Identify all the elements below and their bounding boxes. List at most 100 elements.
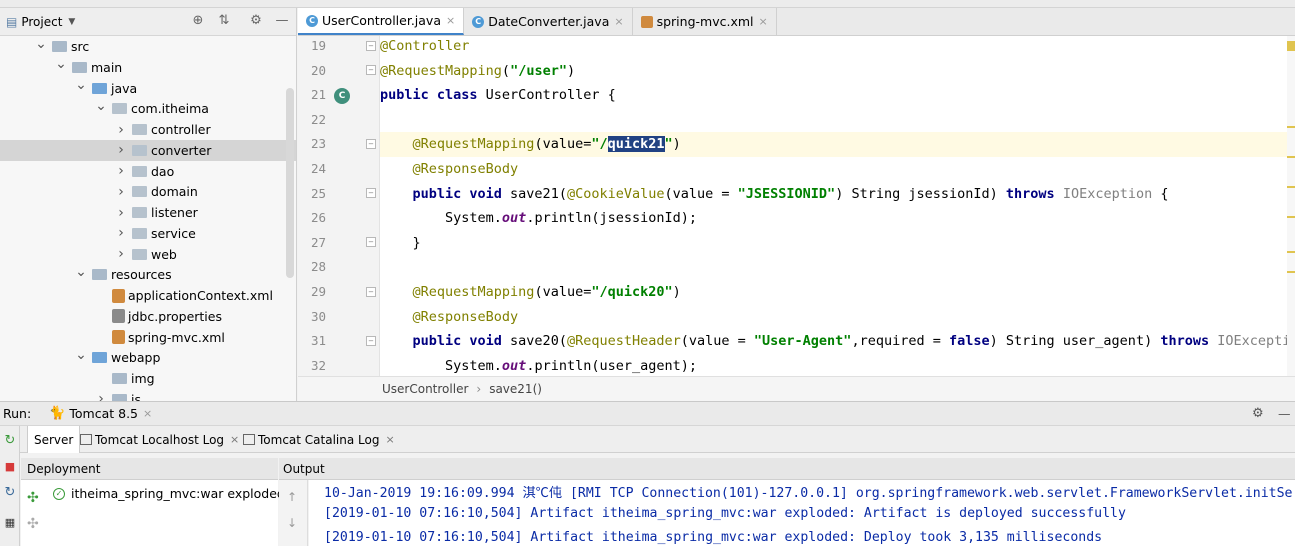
chevron-down-icon[interactable]: ⌄ [74,264,88,280]
code-line[interactable]: public class UserController { [380,83,1295,108]
fold-icon[interactable]: − [366,41,376,51]
locate-icon[interactable]: ⊕ [190,13,206,29]
chevron-right-icon[interactable]: › [114,184,128,200]
code-line[interactable]: public void save21(@CookieValue(value = … [380,182,1295,207]
tree-item[interactable]: jdbc.properties [0,306,296,327]
chevron-down-icon[interactable]: ⌄ [94,98,108,114]
warning-marker[interactable] [1287,186,1295,188]
update-icon[interactable]: ↻ [2,485,18,501]
code-line[interactable]: @RequestMapping(value="/quick21") [380,132,1295,157]
deploy-icon[interactable]: ✣ [27,490,39,506]
tree-item[interactable]: › domain [0,181,296,202]
project-header[interactable]: ▤ Project ▼ ⊕ ⇅ ⚙ — [0,8,296,36]
warning-marker[interactable] [1287,271,1295,273]
folder-icon [112,393,127,401]
code-line[interactable] [380,108,1295,133]
fold-icon[interactable]: − [366,139,376,149]
tree-item[interactable]: ⌄ webapp [0,347,296,368]
output-console[interactable]: 10-Jan-2019 19:16:09.994 淇℃伅 [RMI TCP Co… [309,480,1295,546]
chevron-right-icon[interactable]: › [114,142,128,158]
fold-icon[interactable]: − [366,287,376,297]
minimize-icon[interactable]: — [274,13,290,29]
tree-item[interactable]: › listener [0,202,296,223]
close-icon[interactable]: × [446,14,455,27]
fold-icon[interactable]: − [366,65,376,75]
chevron-right-icon[interactable]: › [94,391,108,401]
deployment-item[interactable]: ✓ itheima_spring_mvc:war exploded [53,486,285,501]
tree-item[interactable]: ⌄ resources [0,264,296,285]
tree-item[interactable]: › js [0,389,296,401]
chevron-right-icon[interactable]: › [114,163,128,179]
code-line[interactable]: @Controller [380,36,1295,59]
project-panel: ▤ Project ▼ ⊕ ⇅ ⚙ — ⌄ src ⌄ main ⌄ java ⌄ com.i… [0,8,297,401]
code-line[interactable]: System.out.println(user_agent); [380,354,1295,376]
rerun-icon[interactable]: ↻ [2,433,18,449]
code-line[interactable]: public void save20(@RequestHeader(value … [380,329,1295,354]
tree-item[interactable]: spring-mvc.xml [0,327,296,348]
stop-icon[interactable]: ■ [2,459,18,475]
fold-icon[interactable]: − [366,188,376,198]
code-line[interactable]: System.out.println(jsessionId); [380,206,1295,231]
fold-icon[interactable]: − [366,237,376,247]
tab-spring-mvc-xml[interactable]: spring-mvc.xml × [633,8,777,35]
tree-item[interactable]: › converter [0,139,296,161]
chevron-down-icon[interactable]: ⌄ [34,36,48,52]
collapse-icon[interactable]: ⇅ [216,13,232,29]
warning-marker[interactable] [1287,126,1295,128]
tab-usercontroller[interactable]: C UserController.java × [298,8,465,35]
tree-item[interactable]: › web [0,244,296,265]
tab-dateconverter[interactable]: C DateConverter.java × [464,8,633,35]
tree-item[interactable]: › service [0,223,296,244]
tree-item[interactable]: ⌄ java [0,77,296,99]
warning-marker[interactable] [1287,251,1295,253]
line-number: 19 [310,38,326,53]
close-icon[interactable]: × [143,407,152,420]
tree-item[interactable]: img [0,368,296,389]
tree-item[interactable]: › controller [0,119,296,140]
tree-item[interactable]: applicationContext.xml [0,285,296,306]
close-icon[interactable]: × [614,15,623,28]
tab-server[interactable]: Server [27,426,81,453]
code-line[interactable] [380,255,1295,280]
close-icon[interactable]: × [385,433,394,446]
gear-icon[interactable]: ⚙ [248,13,264,29]
run-config-tab[interactable]: 🐈 Tomcat 8.5 × [49,406,152,421]
close-icon[interactable]: × [759,15,768,28]
warning-marker[interactable] [1287,156,1295,158]
project-scrollbar[interactable] [286,88,294,278]
code-line[interactable]: } [380,231,1295,256]
chevron-right-icon[interactable]: › [114,122,128,138]
spring-bean-icon[interactable]: C [334,88,350,104]
gear-icon[interactable]: ⚙ [1252,406,1264,421]
code-line[interactable]: @RequestMapping(value="/quick20") [380,280,1295,305]
code-editor[interactable]: 19 20 21 22 23 24 25 26 27 28 29 30 31 32 @Controller… [298,36,1295,376]
arrow-up-icon[interactable]: ↑ [287,490,297,504]
breadcrumb-class[interactable]: UserController [382,382,468,396]
warning-marker[interactable] [1287,216,1295,218]
chevron-down-icon[interactable]: ⌄ [74,77,88,93]
minimize-icon[interactable]: — [1278,406,1291,421]
undeploy-icon[interactable]: ✣ [27,516,39,532]
warning-marker[interactable] [1287,41,1295,51]
chevron-down-icon[interactable]: ⌄ [74,347,88,363]
chevron-right-icon[interactable]: › [114,225,128,241]
code-line[interactable]: @ResponseBody [380,157,1295,182]
tab-localhost-log[interactable]: Tomcat Localhost Log × [74,426,245,453]
tree-item[interactable]: › dao [0,161,296,182]
editor-scrollbar[interactable] [1287,36,1295,376]
breadcrumb-method[interactable]: save21() [489,382,542,396]
tree-item[interactable]: ⌄ main [0,56,296,78]
code-line[interactable]: @ResponseBody [380,305,1295,330]
folder-icon [132,207,147,218]
chevron-down-icon[interactable]: ▼ [68,17,75,27]
tab-catalina-log[interactable]: Tomcat Catalina Log × [237,426,401,453]
chevron-right-icon[interactable]: › [114,205,128,221]
chevron-down-icon[interactable]: ⌄ [54,56,68,72]
chevron-right-icon[interactable]: › [114,246,128,262]
tree-item[interactable]: ⌄ src [0,36,296,57]
layout-icon[interactable]: ▦ [2,515,18,531]
tree-item[interactable]: ⌄ com.itheima [0,98,296,119]
code-line[interactable]: @RequestMapping("/user") [380,59,1295,84]
fold-icon[interactable]: − [366,336,376,346]
arrow-down-icon[interactable]: ↓ [287,516,297,530]
